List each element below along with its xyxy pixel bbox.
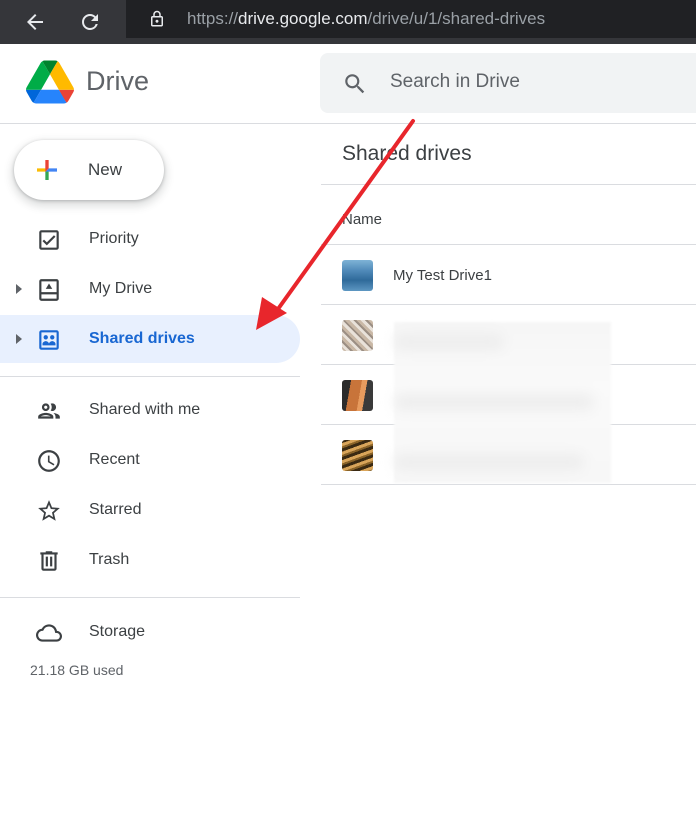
- sidebar-item-label: Starred: [89, 501, 142, 518]
- sidebar-item-label: My Drive: [89, 280, 153, 297]
- lock-icon: [151, 10, 163, 27]
- sidebar-item-trash[interactable]: Trash: [0, 536, 300, 584]
- redaction-blur: [394, 322, 611, 483]
- title-divider: [321, 184, 696, 185]
- star-icon: [38, 500, 60, 521]
- sidebar-item-my-drive[interactable]: My Drive: [0, 265, 300, 313]
- my-drive-icon: [39, 279, 59, 301]
- column-header-name[interactable]: Name: [342, 211, 382, 228]
- header-divider: [0, 123, 696, 124]
- shared-drives-icon: [39, 330, 59, 350]
- fabric-thumbnail: [342, 320, 373, 351]
- sidebar-item-label: Storage: [89, 623, 146, 640]
- sidebar-item-label: Shared drives: [89, 330, 195, 347]
- clock-icon: [38, 450, 60, 472]
- storage-used-text: 21.18 GB used: [30, 662, 124, 678]
- sidebar-item-label: Shared with me: [89, 401, 201, 418]
- search-input[interactable]: [390, 71, 690, 93]
- page-title: Shared drives: [342, 142, 472, 165]
- address-bar[interactable]: https://drive.google.com/drive/u/1/share…: [126, 0, 696, 38]
- url-path: /drive/u/1/shared-drives: [367, 9, 546, 28]
- priority-check-icon: [39, 230, 59, 250]
- sidebar-item-priority[interactable]: Priority: [0, 215, 300, 263]
- reload-button[interactable]: [74, 6, 106, 38]
- back-arrow-icon: [27, 14, 43, 30]
- water-thumbnail: [342, 260, 373, 291]
- url-text: https://drive.google.com/drive/u/1/share…: [187, 9, 545, 29]
- sidebar-item-label: Trash: [89, 551, 130, 568]
- wood-thumbnail: [342, 380, 373, 411]
- expand-arrow-icon[interactable]: [16, 334, 22, 344]
- trash-icon: [40, 551, 58, 571]
- new-button[interactable]: New: [14, 140, 164, 200]
- plus-icon: [37, 160, 57, 180]
- sidebar-item-label: Recent: [89, 451, 140, 468]
- stripes-thumbnail: [342, 440, 373, 471]
- sidebar-item-starred[interactable]: Starred: [0, 486, 300, 534]
- sidebar-item-shared-with-me[interactable]: Shared with me: [0, 386, 300, 434]
- sidebar-item-recent[interactable]: Recent: [0, 436, 300, 484]
- url-host: drive.google.com: [238, 9, 368, 28]
- app-title: Drive: [86, 66, 150, 96]
- sidebar-item-label: Priority: [89, 230, 139, 247]
- sidebar-item-storage[interactable]: Storage: [0, 608, 300, 656]
- new-button-label: New: [88, 160, 123, 179]
- row-divider: [321, 484, 696, 485]
- sidebar-divider: [0, 376, 300, 377]
- drive-logo-icon[interactable]: [26, 60, 74, 104]
- cloud-icon: [36, 624, 62, 642]
- search-icon[interactable]: [342, 71, 368, 97]
- people-icon: [38, 403, 60, 419]
- search-bar[interactable]: [320, 53, 696, 113]
- sidebar-divider: [0, 597, 300, 598]
- shared-drive-name: My Test Drive1: [393, 267, 492, 284]
- sidebar-item-shared-drives[interactable]: Shared drives: [0, 315, 300, 363]
- back-button[interactable]: [19, 6, 51, 38]
- browser-toolbar: https://drive.google.com/drive/u/1/share…: [0, 0, 696, 44]
- url-scheme: https://: [187, 9, 239, 28]
- shared-drive-row[interactable]: My Test Drive1: [321, 245, 696, 305]
- expand-arrow-icon[interactable]: [16, 284, 22, 294]
- reload-icon: [82, 13, 98, 30]
